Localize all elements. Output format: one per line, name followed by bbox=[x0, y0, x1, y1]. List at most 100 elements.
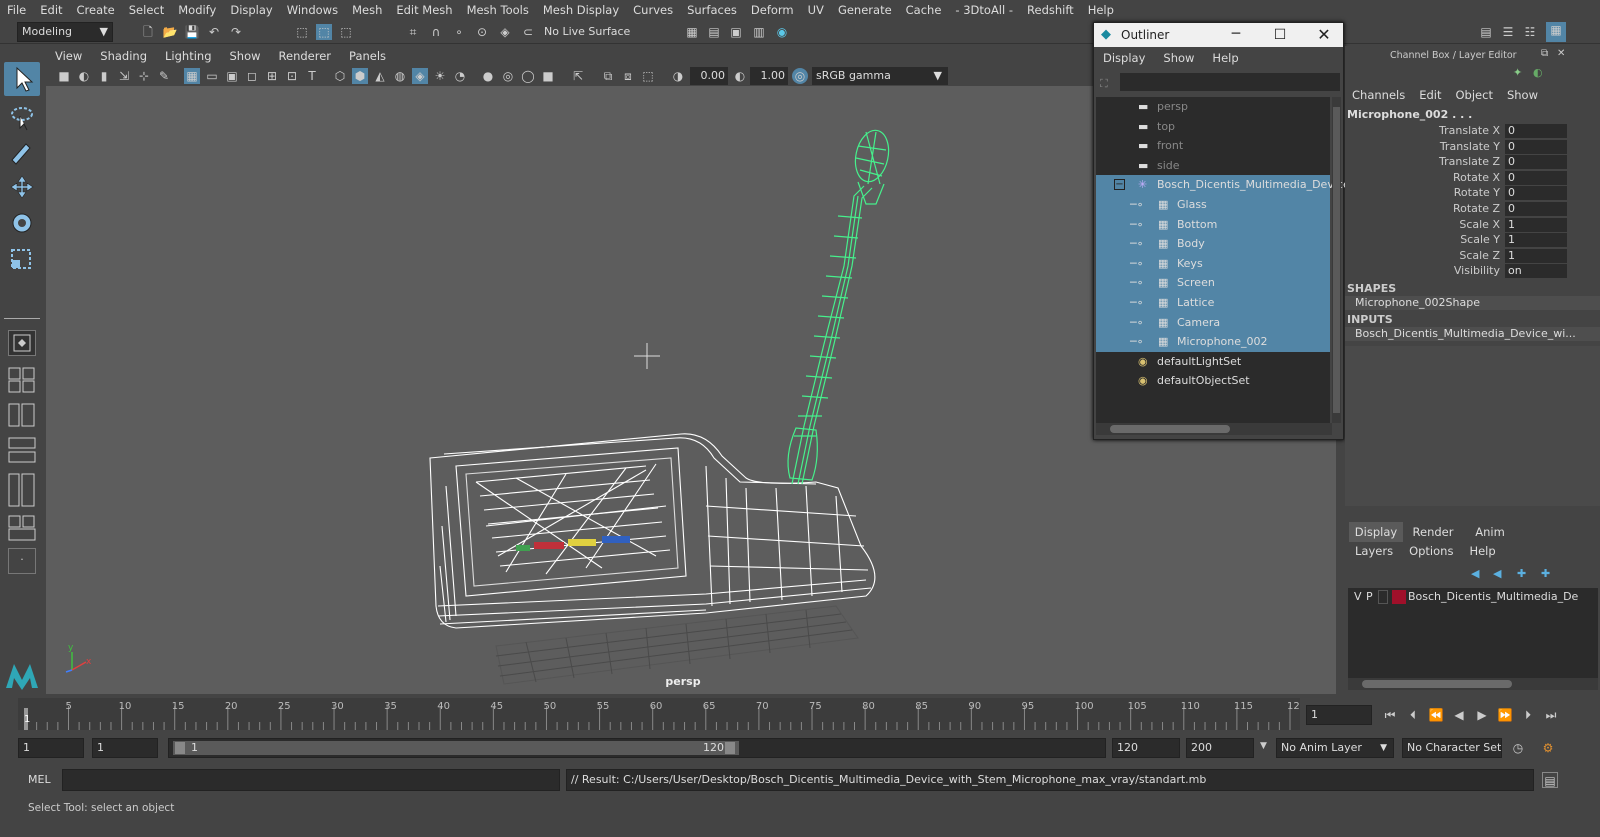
channel-name[interactable]: Rotate Y bbox=[1454, 186, 1500, 199]
outliner-titlebar[interactable]: ◆ Outliner ─ ☐ ✕ bbox=[1094, 23, 1343, 47]
single-view-layout-button[interactable] bbox=[8, 330, 36, 356]
menu-uv[interactable]: UV bbox=[801, 0, 831, 20]
minimize-icon[interactable]: ─ bbox=[1226, 24, 1246, 46]
collapse-toolbox-button[interactable]: · bbox=[8, 548, 36, 574]
camera-attributes-icon[interactable]: ◐ bbox=[76, 68, 92, 84]
safe-title-icon[interactable]: T bbox=[304, 68, 320, 84]
save-scene-icon[interactable]: 💾 bbox=[184, 24, 200, 40]
channel-row[interactable]: Translate Z 0 bbox=[1345, 155, 1600, 171]
outliner-item[interactable]: ◉ defaultLightSet bbox=[1096, 352, 1330, 372]
snap-magnet-icon[interactable]: ⊂ bbox=[520, 24, 536, 40]
channel-name[interactable]: Scale Y bbox=[1460, 233, 1500, 246]
exposure-icon[interactable]: ◑ bbox=[670, 68, 686, 84]
outliner-menu-help[interactable]: Help bbox=[1203, 51, 1247, 65]
float-panel-icon[interactable]: ⧉ bbox=[1541, 48, 1548, 59]
channel-menu-object[interactable]: Object bbox=[1449, 88, 1500, 106]
menu-create[interactable]: Create bbox=[70, 0, 122, 20]
bookmark-icon[interactable]: ▮ bbox=[96, 68, 112, 84]
viewport-menu-panels[interactable]: Panels bbox=[340, 49, 395, 63]
outliner-item[interactable]: ─∘ ▦ Microphone_002 bbox=[1096, 332, 1330, 352]
textured-icon[interactable]: ◍ bbox=[392, 68, 408, 84]
scale-tool-button[interactable] bbox=[6, 244, 38, 274]
outliner-horizontal-scrollbar[interactable] bbox=[1096, 423, 1332, 435]
menu-mesh-tools[interactable]: Mesh Tools bbox=[460, 0, 536, 20]
select-object-icon[interactable]: ⬚ bbox=[316, 24, 332, 40]
channel-value-field[interactable]: 1 bbox=[1505, 248, 1567, 263]
go-to-end-icon[interactable]: ⏭ bbox=[1543, 707, 1559, 723]
layer-row[interactable]: V P Bosch_Dicentis_Multimedia_De bbox=[1348, 588, 1598, 606]
select-tool-button[interactable] bbox=[4, 62, 40, 96]
channel-name[interactable]: Scale X bbox=[1459, 218, 1500, 231]
paint-select-tool-button[interactable] bbox=[6, 136, 38, 166]
channel-row[interactable]: Rotate X 0 bbox=[1345, 170, 1600, 187]
toggle-tool-settings-icon[interactable]: ☷ bbox=[1522, 24, 1538, 40]
snap-curve-icon[interactable]: ∩ bbox=[428, 24, 444, 40]
outliner-item[interactable]: − ✳ Bosch_Dicentis_Multimedia_Device_with_… bbox=[1096, 175, 1482, 195]
outliner-item[interactable]: ─∘ ▦ Bottom bbox=[1096, 214, 1330, 235]
xray-icon[interactable]: ◈ bbox=[412, 68, 428, 84]
step-back-key-icon[interactable]: ⏪ bbox=[1428, 707, 1444, 723]
layer-menu-layers[interactable]: Layers bbox=[1345, 544, 1399, 562]
rotate-tool-button[interactable] bbox=[6, 208, 38, 238]
select-component-icon[interactable]: ⬚ bbox=[338, 24, 354, 40]
wireframe-icon[interactable]: ⬡ bbox=[332, 68, 348, 84]
channel-icon-a[interactable]: ✦ bbox=[1513, 66, 1522, 79]
close-icon[interactable]: ✕ bbox=[1313, 23, 1335, 47]
channel-value-field[interactable]: 1 bbox=[1505, 217, 1567, 232]
undo-icon[interactable]: ↶ bbox=[206, 24, 222, 40]
channel-value-field[interactable]: 0 bbox=[1505, 124, 1567, 138]
menu-deform[interactable]: Deform bbox=[744, 0, 801, 20]
safe-action-icon[interactable]: ⊡ bbox=[284, 68, 300, 84]
character-set-dropdown[interactable]: No Character Set bbox=[1402, 738, 1502, 758]
channel-name[interactable]: Translate X bbox=[1439, 124, 1500, 137]
new-layer-selected-icon[interactable]: ✚ bbox=[1541, 567, 1550, 580]
channel-value-field[interactable]: on bbox=[1505, 264, 1567, 279]
play-forwards-icon[interactable]: ▶ bbox=[1474, 707, 1490, 723]
gamma-field[interactable]: 1.00 bbox=[750, 67, 788, 85]
channel-object-name[interactable]: Microphone_002 . . . bbox=[1347, 108, 1472, 121]
channel-name[interactable]: Translate Y bbox=[1440, 140, 1500, 153]
snap-surface-icon[interactable]: ◈ bbox=[497, 24, 513, 40]
step-back-frame-icon[interactable]: ⏴ bbox=[1405, 707, 1421, 723]
channel-menu-show[interactable]: Show bbox=[1500, 88, 1545, 106]
channel-row[interactable]: Visibility on bbox=[1345, 264, 1600, 280]
layer-visibility-toggle[interactable]: V bbox=[1354, 590, 1362, 603]
snap-view-icon[interactable]: ⊙ bbox=[474, 24, 490, 40]
outliner-item[interactable]: ─∘ ▦ Screen bbox=[1096, 273, 1330, 293]
xray-active-icon[interactable]: ⧈ bbox=[620, 68, 636, 84]
channel-name[interactable]: Visibility bbox=[1454, 264, 1500, 277]
grease-pencil-icon[interactable]: ✎ bbox=[156, 68, 172, 84]
graph-layout-button[interactable] bbox=[8, 436, 36, 466]
outliner-item[interactable]: ◉ defaultObjectSet bbox=[1096, 371, 1330, 391]
channel-value-field[interactable]: 0 bbox=[1505, 155, 1567, 170]
outliner-item[interactable]: ─∘ ▦ Keys bbox=[1096, 253, 1330, 274]
render-settings-icon[interactable]: ▥ bbox=[751, 24, 767, 40]
playback-end-field[interactable]: 120 bbox=[1112, 738, 1180, 758]
channel-name[interactable]: Translate Z bbox=[1439, 155, 1500, 168]
redo-icon[interactable]: ↷ bbox=[228, 24, 244, 40]
outliner-item[interactable]: ▬ top bbox=[1096, 117, 1330, 137]
snap-point-icon[interactable]: ∘ bbox=[451, 24, 467, 40]
command-language-label[interactable]: MEL bbox=[28, 773, 51, 786]
depth-of-field-icon[interactable]: ■ bbox=[540, 68, 556, 84]
isolate-select-icon[interactable]: ⇱ bbox=[570, 68, 586, 84]
scrollbar-thumb[interactable] bbox=[1110, 425, 1230, 433]
color-management-icon[interactable]: ◎ bbox=[792, 68, 808, 84]
outliner-item[interactable]: ─∘ ▦ Body bbox=[1096, 234, 1330, 254]
outliner-item[interactable]: ▬ front bbox=[1096, 136, 1330, 156]
exposure-field[interactable]: 0.00 bbox=[690, 67, 728, 85]
channel-value-field[interactable]: 0 bbox=[1505, 186, 1567, 201]
lights-icon[interactable]: ☀ bbox=[432, 68, 448, 84]
close-panel-icon[interactable]: ✕ bbox=[1557, 48, 1565, 59]
outliner-item[interactable]: ▬ persp bbox=[1096, 97, 1330, 117]
menu-help[interactable]: Help bbox=[1081, 0, 1121, 20]
auto-key-icon[interactable]: ◷ bbox=[1510, 740, 1526, 756]
snap-grid-icon[interactable]: ⌗ bbox=[405, 24, 421, 40]
move-layer-down-icon[interactable]: ◀ bbox=[1493, 567, 1501, 580]
current-frame-field[interactable]: 1 bbox=[1306, 705, 1372, 725]
anti-alias-icon[interactable]: ◯ bbox=[520, 68, 536, 84]
script-editor-icon[interactable]: ▤ bbox=[1542, 772, 1558, 788]
xray-joints-icon[interactable]: ⧉ bbox=[600, 68, 616, 84]
shape-node[interactable]: Microphone_002Shape bbox=[1345, 296, 1600, 310]
playback-start-field[interactable]: 1 bbox=[92, 738, 158, 758]
